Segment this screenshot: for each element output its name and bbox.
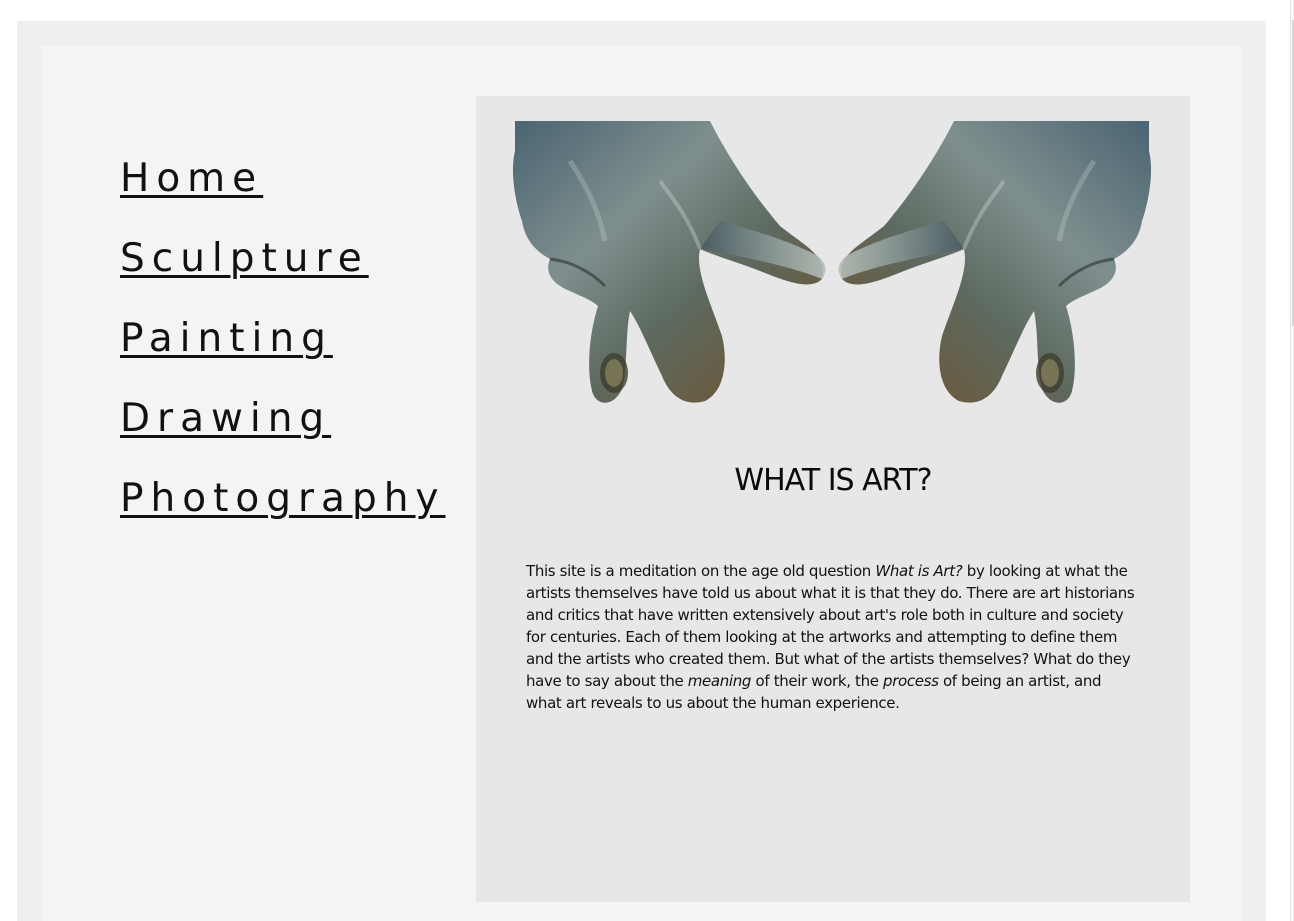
nav-link-photography[interactable]: Photography [120, 472, 446, 526]
main-content-panel: WHAT IS ART? This site is a meditation o… [476, 96, 1190, 902]
nav-item-sculpture: Sculpture [120, 232, 446, 312]
nav-link-home[interactable]: Home [120, 152, 263, 206]
bronze-hands-sculpture-image [512, 121, 1152, 403]
intro-text-2: by looking at what the artists themselve… [526, 562, 1135, 690]
intro-emphasis-meaning: meaning [687, 672, 752, 690]
nav-item-home: Home [120, 152, 446, 232]
right-hand-shape [838, 121, 1152, 403]
nav-link-painting[interactable]: Painting [120, 312, 333, 366]
intro-emphasis-process: process [883, 672, 939, 690]
intro-paragraph: This site is a meditation on the age old… [526, 560, 1138, 714]
left-hand-shape [512, 121, 826, 403]
intro-text-3: of their work, the [751, 672, 884, 690]
nav-link-sculpture[interactable]: Sculpture [120, 232, 369, 286]
main-nav: Home Sculpture Painting Drawing Photogra… [120, 152, 446, 552]
page-title: WHAT IS ART? [734, 463, 932, 498]
nav-item-painting: Painting [120, 312, 446, 392]
intro-text-1: This site is a meditation on the age old… [526, 562, 876, 580]
intro-emphasis-question: What is Art? [875, 562, 963, 580]
nav-item-photography: Photography [120, 472, 446, 552]
nav-link-drawing[interactable]: Drawing [120, 392, 331, 446]
nav-item-drawing: Drawing [120, 392, 446, 472]
